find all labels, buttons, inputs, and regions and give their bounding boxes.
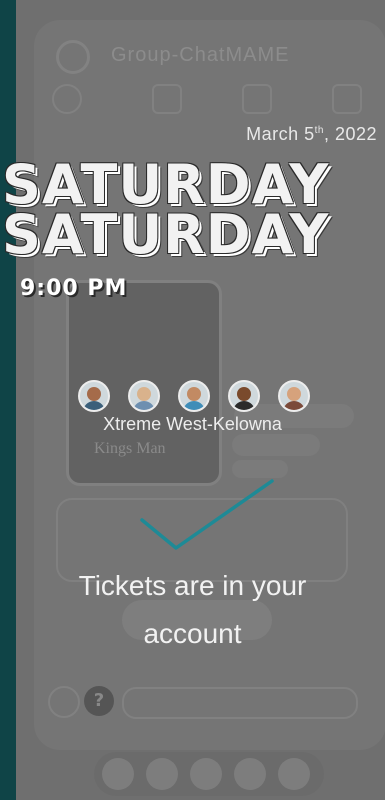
background-pill: [232, 460, 288, 478]
confirmation-line-2: account: [143, 618, 242, 649]
avatar: [102, 758, 134, 790]
avatar: [128, 380, 160, 412]
event-date: March 5th, 2022: [246, 124, 377, 144]
avatar: [78, 380, 110, 412]
event-day-echo: SATURDAY: [2, 203, 330, 266]
bag-icon: [332, 84, 362, 114]
event-time: 9:00 PM: [20, 276, 128, 301]
avatar: [228, 380, 260, 412]
confirmation-message: Tickets are in your account: [0, 562, 385, 658]
chat-input: [122, 687, 358, 719]
avatar: [146, 758, 178, 790]
background-pill: [232, 434, 320, 456]
avatar: [278, 380, 310, 412]
link-icon: [48, 686, 80, 718]
poster-title: Kings Man: [94, 440, 166, 457]
camera-icon: [152, 84, 182, 114]
confirmation-line-1: Tickets are in your: [78, 570, 307, 601]
avatar: [178, 380, 210, 412]
help-icon: ?: [84, 686, 114, 716]
avatar: [234, 758, 266, 790]
checkmark-icon: [140, 479, 274, 550]
avatar: [190, 758, 222, 790]
bottom-avatar-bar: [94, 752, 324, 796]
venue-name: Xtreme West-Kelowna: [103, 414, 282, 434]
document-icon: [242, 84, 272, 114]
back-icon: [56, 40, 90, 74]
avatar: [278, 758, 310, 790]
chat-title: Group-ChatMAME: [111, 44, 290, 66]
chat-icon-row: [52, 84, 362, 114]
time-icon: [52, 84, 82, 114]
attendee-avatars: [78, 380, 318, 412]
